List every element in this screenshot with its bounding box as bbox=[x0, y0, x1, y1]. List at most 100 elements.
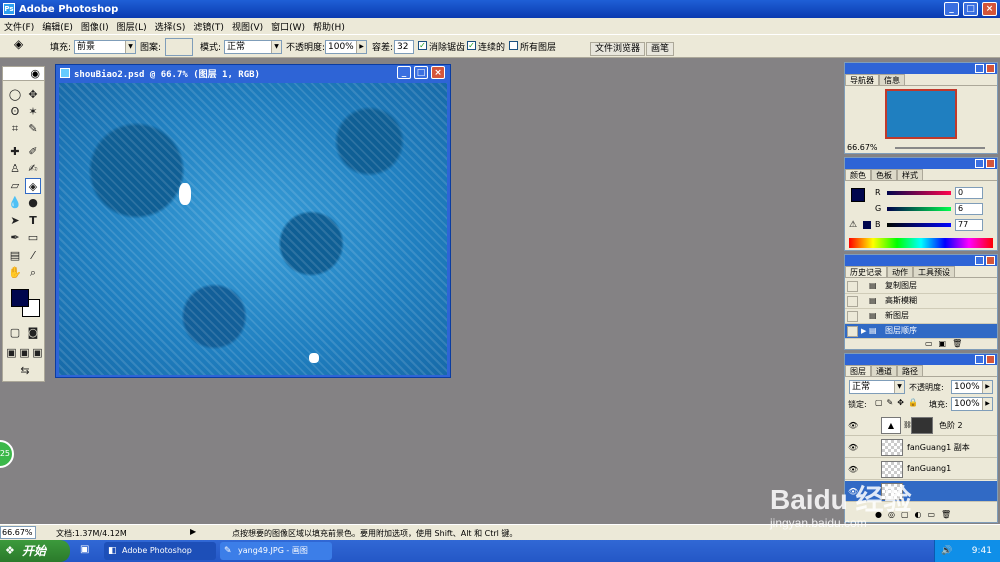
gamut-color-swatch[interactable] bbox=[863, 221, 871, 229]
eyedropper-icon[interactable]: ⁄ bbox=[25, 248, 41, 264]
eye-icon[interactable]: 👁 bbox=[848, 421, 858, 430]
jump-to-imageready-icon[interactable]: ⇆ bbox=[13, 363, 37, 379]
status-menu-arrow-icon[interactable]: ▶ bbox=[190, 527, 196, 536]
navigator-preview[interactable] bbox=[885, 89, 957, 139]
eraser-tool-icon[interactable]: ▱ bbox=[7, 178, 23, 194]
minimize-button[interactable]: _ bbox=[944, 2, 959, 16]
history-source-box[interactable] bbox=[847, 281, 858, 292]
dodge-tool-icon[interactable]: ● bbox=[25, 195, 41, 211]
tab-swatches[interactable]: 色板 bbox=[871, 169, 897, 180]
clock[interactable]: 9:41 bbox=[972, 546, 992, 556]
navigator-zoom-value[interactable]: 66.67% bbox=[847, 143, 878, 152]
menu-edit[interactable]: 编辑(E) bbox=[40, 20, 79, 33]
history-item[interactable]: ▤ 复制图层 bbox=[845, 279, 997, 294]
volume-icon[interactable]: 🔊 bbox=[941, 540, 952, 562]
red-value[interactable]: 0 bbox=[955, 187, 983, 199]
layer-opacity-input[interactable]: 100% ▶ bbox=[951, 380, 993, 394]
doc-close-button[interactable]: × bbox=[431, 66, 445, 79]
blend-mode-select[interactable]: 正常 ▼ bbox=[849, 380, 905, 394]
document-title-bar[interactable]: shouBiao2.psd @ 66.7% (图层 1, RGB) bbox=[56, 65, 450, 82]
blur-tool-icon[interactable]: 💧 bbox=[7, 195, 23, 211]
taskbar-item-paint[interactable]: ✎ yang49.JPG - 画图 bbox=[220, 542, 332, 560]
gamut-warning-icon[interactable]: ⚠ bbox=[849, 220, 857, 230]
menu-window[interactable]: 窗口(W) bbox=[269, 20, 311, 33]
tab-history[interactable]: 历史记录 bbox=[845, 266, 887, 277]
crop-tool-icon[interactable]: ⌗ bbox=[7, 121, 23, 137]
brushes-tab[interactable]: 画笔 bbox=[646, 42, 675, 56]
layer-row[interactable]: 👁 fanGuang1 bbox=[845, 459, 997, 480]
panel-minimize-button[interactable] bbox=[975, 159, 984, 168]
slice-tool-icon[interactable]: ✎ bbox=[25, 121, 41, 137]
tab-layers[interactable]: 图层 bbox=[845, 365, 871, 376]
tolerance-input[interactable]: 32 bbox=[394, 40, 414, 54]
brush-tool-icon[interactable]: ✐ bbox=[25, 144, 41, 160]
close-button[interactable]: × bbox=[982, 2, 997, 16]
screen-mode-full-icon[interactable]: ▣ bbox=[31, 345, 44, 361]
navigator-zoom-slider[interactable] bbox=[895, 147, 985, 149]
blue-slider[interactable] bbox=[887, 223, 951, 227]
red-slider[interactable] bbox=[887, 191, 951, 195]
panel-close-button[interactable] bbox=[986, 355, 995, 364]
screen-mode-standard-icon[interactable]: ▣ bbox=[5, 345, 18, 361]
hand-tool-icon[interactable]: ✋ bbox=[7, 265, 23, 281]
paint-bucket-icon[interactable]: ◈ bbox=[14, 37, 23, 51]
tab-paths[interactable]: 路径 bbox=[897, 365, 923, 376]
panel-close-button[interactable] bbox=[986, 64, 995, 73]
panel-close-button[interactable] bbox=[986, 256, 995, 265]
tab-tool-presets[interactable]: 工具预设 bbox=[913, 266, 955, 277]
image-canvas[interactable] bbox=[59, 83, 447, 375]
lasso-tool-icon[interactable]: ʘ bbox=[7, 104, 23, 120]
fill-select[interactable]: 前景 ▼ bbox=[74, 40, 136, 54]
history-brush-icon[interactable]: ✍ bbox=[25, 161, 41, 177]
tab-color[interactable]: 颜色 bbox=[845, 169, 871, 180]
move-tool-icon[interactable]: ✥ bbox=[25, 87, 41, 103]
pen-tool-icon[interactable]: ✒ bbox=[7, 230, 23, 246]
fill-opacity-input[interactable]: 100% ▶ bbox=[951, 397, 993, 411]
clone-stamp-icon[interactable]: ♙ bbox=[7, 161, 23, 177]
tab-actions[interactable]: 动作 bbox=[887, 266, 913, 277]
healing-brush-icon[interactable]: ✚ bbox=[7, 144, 23, 160]
history-panel-buttons[interactable]: ▭▣🗑 bbox=[925, 339, 968, 348]
pattern-picker[interactable] bbox=[165, 38, 193, 56]
menu-filter[interactable]: 滤镜(T) bbox=[191, 20, 230, 33]
notes-tool-icon[interactable]: ▤ bbox=[7, 248, 23, 264]
panel-title-bar[interactable] bbox=[845, 255, 997, 266]
paint-bucket-tool-icon[interactable]: ◈ bbox=[25, 178, 41, 194]
file-browser-tab[interactable]: 文件浏览器 bbox=[590, 42, 646, 56]
panel-minimize-button[interactable] bbox=[975, 64, 984, 73]
marquee-tool-icon[interactable]: ◯ bbox=[7, 87, 23, 103]
color-spectrum-bar[interactable] bbox=[849, 238, 993, 248]
opacity-input[interactable]: 100% ▶ bbox=[325, 40, 367, 54]
contiguous-checkbox[interactable]: ✓ bbox=[467, 41, 476, 50]
history-item[interactable]: ▤ 新图层 bbox=[845, 309, 997, 324]
tab-navigator[interactable]: 导航器 bbox=[845, 74, 879, 85]
menu-view[interactable]: 视图(V) bbox=[230, 20, 269, 33]
history-source-box[interactable] bbox=[847, 326, 858, 337]
magic-wand-icon[interactable]: ✶ bbox=[25, 104, 41, 120]
panel-minimize-button[interactable] bbox=[975, 355, 984, 364]
panel-title-bar[interactable] bbox=[845, 354, 997, 365]
tab-channels[interactable]: 通道 bbox=[871, 365, 897, 376]
history-source-box[interactable] bbox=[847, 296, 858, 307]
layer-mask-thumbnail[interactable] bbox=[911, 417, 933, 434]
history-item-selected[interactable]: ▶ ▤ 图层顺序 bbox=[845, 324, 997, 339]
path-select-icon[interactable]: ➤ bbox=[7, 213, 23, 229]
quickmask-mode-icon[interactable]: ◙ bbox=[25, 325, 41, 341]
menu-select[interactable]: 选择(S) bbox=[153, 20, 192, 33]
floating-badge[interactable]: 25 bbox=[0, 440, 14, 468]
maximize-button[interactable]: □ bbox=[963, 2, 978, 16]
foreground-color-swatch-top[interactable] bbox=[11, 289, 29, 307]
mode-select[interactable]: 正常 ▼ bbox=[224, 40, 282, 54]
show-desktop-icon[interactable]: ▣ bbox=[80, 544, 89, 555]
doc-minimize-button[interactable]: _ bbox=[397, 66, 411, 79]
start-button[interactable]: ❖ 开始 bbox=[0, 540, 70, 562]
status-doc-info[interactable]: 文档:1.37M/4.12M bbox=[56, 528, 127, 539]
all-layers-checkbox[interactable] bbox=[509, 41, 518, 50]
color-panel-foreground-swatch[interactable] bbox=[851, 188, 865, 202]
panel-close-button[interactable] bbox=[986, 159, 995, 168]
tab-info[interactable]: 信息 bbox=[879, 74, 905, 85]
shape-tool-icon[interactable]: ▭ bbox=[25, 230, 41, 246]
eye-icon[interactable]: 👁 bbox=[848, 443, 858, 452]
lock-icons[interactable]: ▢✎✥🔒 bbox=[875, 398, 922, 407]
standard-mode-icon[interactable]: ▢ bbox=[7, 325, 23, 341]
